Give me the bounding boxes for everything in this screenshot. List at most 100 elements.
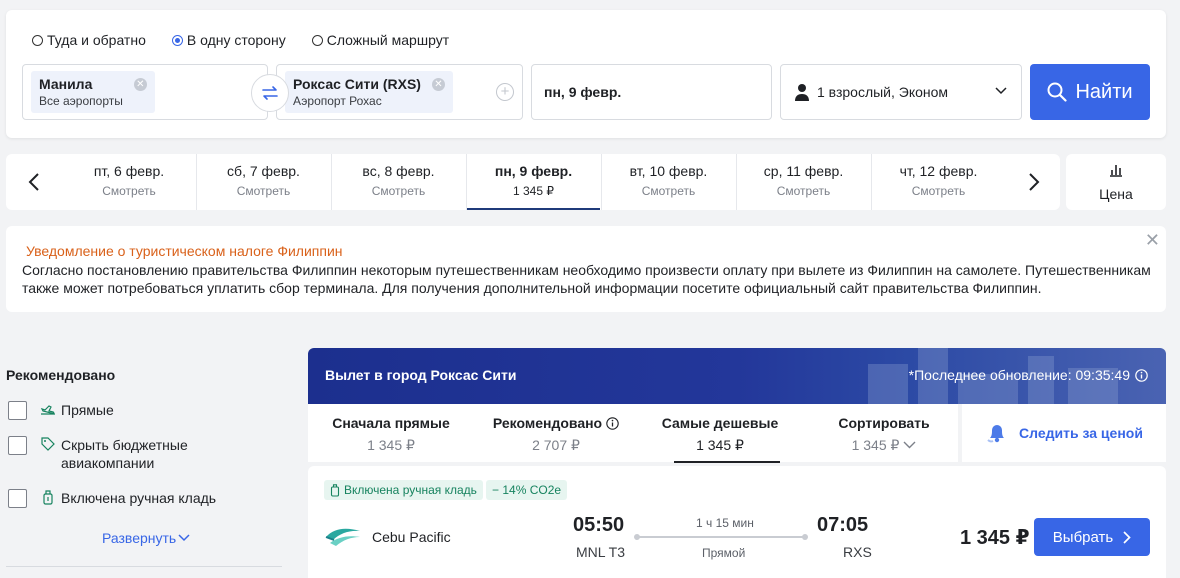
radio-icon (32, 34, 43, 46)
sort-price: 2 707 ₽ (532, 437, 580, 453)
stops-info: Прямой (702, 546, 746, 560)
add-destination-icon[interactable]: + (496, 83, 514, 101)
skyline-decoration (868, 364, 908, 404)
date-option[interactable]: пт, 6 февр. Смотреть (62, 154, 196, 210)
date-field[interactable]: пн, 9 февр. (531, 64, 772, 120)
trip-type-oneway[interactable]: В одну сторону (171, 32, 286, 48)
date-option-selected[interactable]: пн, 9 февр. 1 345 ₽ (466, 154, 600, 210)
sort-recommended[interactable]: Рекомендовано 2 707 ₽ (476, 414, 636, 453)
date-option[interactable]: вт, 10 февр. Смотреть (601, 154, 735, 210)
radio-icon (311, 34, 323, 46)
filter-label: Скрыть бюджетные авиакомпании (61, 437, 188, 471)
filter-carry-on[interactable]: Включена ручная кладь (8, 489, 216, 508)
expand-label: Развернуть (102, 530, 177, 546)
origin-field[interactable]: Манила Все аэропорты ✕ (22, 64, 268, 120)
chevron-down-icon (178, 534, 190, 542)
route-line (634, 534, 808, 540)
expand-filters-link[interactable]: Развернуть (102, 530, 190, 546)
select-label: Выбрать (1052, 528, 1114, 546)
radio-selected-icon (171, 34, 183, 46)
track-price-label: Следить за ценой (1019, 425, 1143, 441)
plane-takeoff-icon (39, 401, 57, 416)
filter-nonstop[interactable]: Прямые (8, 401, 114, 420)
chevron-right-icon (1123, 530, 1131, 544)
chevron-down-icon (995, 87, 1007, 95)
destination-city: Роксас Сити (RXS) (293, 76, 421, 92)
checkbox[interactable] (8, 401, 27, 420)
sort-dropdown[interactable]: Сортировать 1 345 ₽ (804, 414, 964, 453)
tag-icon (39, 436, 57, 451)
airline-name: Cebu Pacific (372, 529, 451, 545)
price-toggle-label: Цена (1099, 186, 1133, 202)
origin-city: Манила (39, 76, 93, 92)
last-updated: *Последнее обновление: 09:35:49 (909, 367, 1148, 383)
arrival-airport: RXS (843, 544, 872, 560)
bar-chart-icon (1110, 165, 1122, 177)
sort-label: Рекомендовано (492, 415, 603, 431)
clear-destination-icon[interactable]: ✕ (431, 78, 445, 91)
destination-field[interactable]: Роксас Сити (RXS) Аэропорт Рохас ✕ + (276, 64, 523, 120)
search-panel: Туда и обратно В одну сторону Сложный ма… (6, 10, 1166, 138)
date-option[interactable]: ср, 11 февр. Смотреть (736, 154, 870, 210)
sort-nonstop-first[interactable]: Сначала прямые 1 345 ₽ (311, 414, 471, 453)
info-icon (606, 416, 619, 430)
search-button-label: Найти (1075, 80, 1133, 103)
trip-type-label: Сложный маршрут (326, 32, 450, 48)
prev-dates-button[interactable] (20, 168, 48, 196)
carry-on-badge: Включена ручная кладь (324, 480, 483, 500)
checkbox[interactable] (8, 489, 27, 508)
date-value: пн, 9 февр. (544, 84, 622, 100)
flight-duration: 1 ч 15 мин (696, 516, 754, 530)
chevron-down-icon (903, 441, 916, 449)
co2-badge: − 14% CO2e (486, 480, 568, 500)
filter-hide-lowcost[interactable]: Скрыть бюджетные авиакомпании (8, 436, 221, 472)
next-dates-button[interactable] (1020, 168, 1048, 196)
luggage-icon (39, 489, 57, 506)
close-icon[interactable]: ✕ (1145, 230, 1160, 251)
trip-type-label: В одну сторону (186, 32, 286, 48)
sort-label: Сначала прямые (332, 415, 450, 431)
chevron-left-icon (28, 173, 39, 191)
price-chart-toggle[interactable]: Цена (1066, 154, 1166, 210)
bell-icon (987, 425, 1005, 443)
search-icon (1047, 82, 1068, 102)
swap-route-button[interactable] (251, 74, 289, 112)
clear-origin-icon[interactable]: ✕ (133, 78, 147, 91)
sort-price: 1 345 ₽ (367, 437, 415, 453)
results-title: Вылет в город Роксас Сити (325, 367, 517, 383)
notice-body: Согласно постановлению правительства Фил… (22, 262, 1151, 296)
arrival-time: 07:05 (817, 514, 869, 536)
sort-cheapest[interactable]: Самые дешевые 1 345 ₽ (640, 414, 800, 463)
swap-icon (262, 86, 278, 100)
departure-airport: MNL T3 (576, 544, 626, 560)
chevron-right-icon (1029, 173, 1040, 191)
trip-type-roundtrip[interactable]: Туда и обратно (32, 32, 146, 48)
date-option[interactable]: сб, 7 февр. Смотреть (196, 154, 330, 210)
departure-time: 05:50 (573, 514, 625, 536)
sort-bar: Сначала прямые 1 345 ₽ Рекомендовано 2 7… (308, 404, 958, 463)
info-icon (1135, 368, 1148, 382)
origin-chip: Манила Все аэропорты ✕ (31, 71, 155, 113)
trip-type-multicity[interactable]: Сложный маршрут (311, 32, 450, 48)
sort-label: Самые дешевые (661, 415, 779, 431)
filter-label: Включена ручная кладь (61, 490, 217, 506)
notice-title: Уведомление о туристическом налоге Филип… (26, 243, 343, 259)
tax-notice: Уведомление о туристическом налоге Филип… (6, 226, 1166, 312)
track-price-button[interactable]: Следить за ценой (962, 404, 1166, 462)
destination-airport: Аэропорт Рохас (293, 94, 382, 108)
destination-chip: Роксас Сити (RXS) Аэропорт Рохас ✕ (285, 71, 453, 113)
checkbox[interactable] (8, 436, 27, 455)
date-option[interactable]: чт, 12 февр. Смотреть (871, 154, 1005, 210)
passengers-dropdown[interactable]: 1 взрослый, Эконом (780, 64, 1022, 120)
results-header: Вылет в город Роксас Сити *Последнее обн… (308, 348, 1166, 404)
select-flight-button[interactable]: Выбрать (1034, 518, 1150, 556)
search-button[interactable]: Найти (1030, 64, 1150, 120)
date-option[interactable]: вс, 8 февр. Смотреть (331, 154, 465, 210)
filters-title: Рекомендовано (6, 367, 116, 383)
filter-label: Прямые (61, 402, 114, 418)
divider (6, 566, 282, 567)
person-icon (795, 84, 809, 101)
flight-price: 1 345 ₽ (960, 527, 1030, 549)
trip-type-label: Туда и обратно (47, 32, 146, 48)
flight-card[interactable]: Включена ручная кладь − 14% CO2e Cebu Pa… (308, 466, 1166, 578)
